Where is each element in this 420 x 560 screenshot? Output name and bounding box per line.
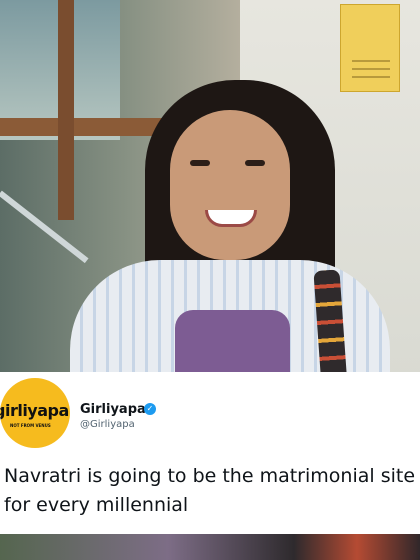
logo-wordmark: girliyapa (0, 401, 69, 420)
account-handle[interactable]: @Girliyapa (80, 419, 135, 430)
profile-avatar[interactable]: girliyapa NOT FROM VENUS (0, 378, 70, 448)
verified-badge-icon: ✓ (144, 403, 156, 415)
logo-tagline: NOT FROM VENUS (10, 423, 51, 428)
bottom-photo-strip (0, 534, 420, 560)
account-name[interactable]: Girliyapa (80, 402, 146, 417)
tweet-text: Navratri is going to be the matrimonial … (4, 465, 416, 516)
